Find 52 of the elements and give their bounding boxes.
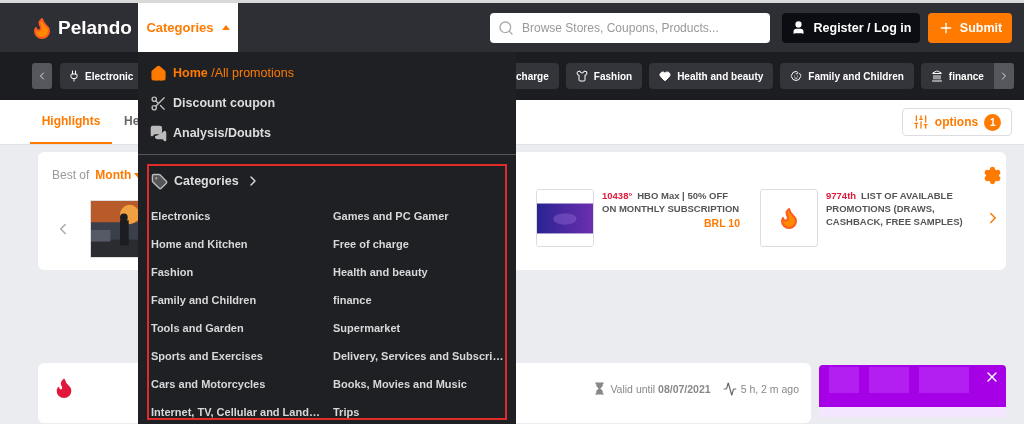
categories-heading[interactable]: Categories	[151, 167, 261, 195]
category-chip[interactable]: Family and Children	[780, 63, 914, 89]
deal-title[interactable]: 10438° HBO Max | 50% OFF ON MONTHLY SUBSCRIPTION	[602, 189, 740, 215]
home-icon	[150, 64, 167, 82]
category-link[interactable]: Fashion	[151, 266, 194, 278]
category-chip[interactable]: Health and beauty	[649, 63, 774, 89]
menu-link[interactable]: Discount coupon	[138, 88, 276, 118]
category-link[interactable]: Games and PC Gamer	[333, 210, 449, 222]
sliders-icon	[912, 114, 929, 130]
deal-title[interactable]: 9774th LIST OF AVAILABLE PROMOTIONS (DRAWS, CASHBACK, FREE SAMPLES)	[826, 189, 964, 228]
category-link[interactable]: Free of charge	[333, 238, 409, 250]
shirt-icon	[575, 70, 588, 82]
category-link[interactable]: Internet, TV, Cellular and Land…	[151, 406, 320, 418]
category-link[interactable]: Supermarket	[333, 322, 401, 334]
scissors-icon	[150, 94, 167, 112]
category-link[interactable]: finance	[333, 294, 372, 306]
user-icon	[790, 20, 806, 35]
menu-link[interactable]: Analysis/Doubts	[138, 118, 271, 148]
category-link[interactable]: Delivery, Services and Subscri…	[333, 350, 504, 362]
category-link[interactable]: Sports and Exercises	[151, 350, 263, 362]
category-link[interactable]: Books, Movies and Music	[333, 378, 467, 390]
category-link[interactable]: Cars and Motorcycles	[151, 378, 266, 390]
menu-link[interactable]: Home /All promotions	[138, 58, 294, 88]
activity-icon	[722, 382, 737, 396]
category-chip[interactable]: charge	[516, 63, 559, 89]
valid-until-text: Valid until 08/07/2021	[593, 382, 711, 395]
bank-icon	[930, 70, 943, 82]
caret-icon	[221, 25, 230, 30]
best-of-label: Best of Month	[52, 168, 138, 182]
plug-icon	[68, 70, 80, 82]
category-link[interactable]: Health and beauty	[333, 266, 428, 278]
search-field[interactable]: Browse Stores, Coupons, Products...	[490, 12, 770, 43]
hourglass-icon	[593, 382, 607, 395]
posted-time: 5 h, 2 m ago	[722, 382, 799, 396]
deal-price: BRL 10	[704, 217, 740, 229]
scroll-left-button[interactable]	[32, 63, 52, 89]
search-icon	[498, 19, 514, 36]
scroll-right-button[interactable]	[993, 63, 1014, 89]
category-link[interactable]: Tools and Garden	[151, 322, 244, 334]
category-chip[interactable]: Fashion	[565, 63, 643, 89]
category-link[interactable]: Home and Kitchen	[151, 238, 248, 250]
tag-icon	[151, 172, 168, 190]
chat-icon	[150, 124, 167, 142]
category-link[interactable]: Family and Children	[151, 294, 257, 306]
category-link[interactable]: Trips	[333, 406, 360, 418]
login-button[interactable]: Register / Log in	[782, 12, 920, 43]
heart-icon	[659, 70, 672, 82]
logo-text: Pelando	[58, 16, 132, 39]
count-badge: 1	[984, 113, 1002, 131]
category-link[interactable]: Electronics	[151, 210, 211, 222]
category-chip[interactable]: Electronic	[60, 63, 138, 89]
category-chip[interactable]: finance	[920, 63, 994, 89]
